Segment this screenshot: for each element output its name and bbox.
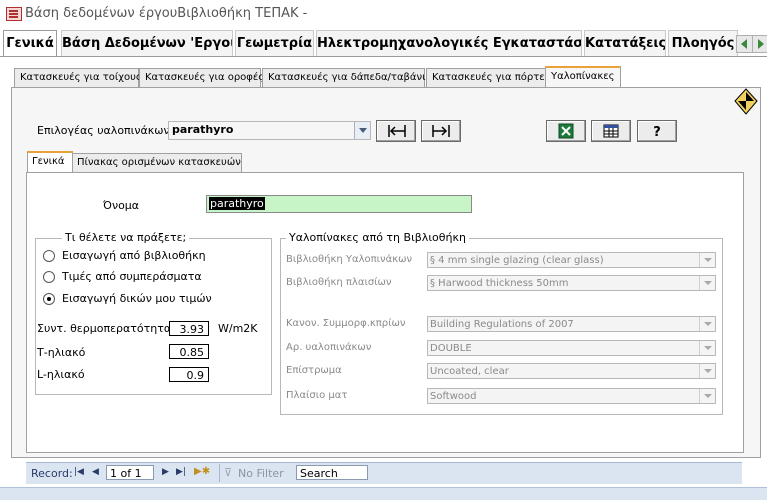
frame-library-combo: § Harwood thickness 50mm [427,275,716,291]
next-record-icon[interactable]: ▶ [162,467,169,477]
pane-count-value: DOUBLE [430,343,472,354]
title-bar: Βάση δεδομένων έργουΒιβλιοθήκη ΤΕΠΑΚ - [0,0,767,28]
window-title: Βάση δεδομένων έργουΒιβλιοθήκη ΤΕΠΑΚ - [25,6,308,21]
arrow-left-icon [741,39,747,49]
pane-count-combo: DOUBLE [427,340,716,356]
coating-label: Επίστρωμα [286,365,342,376]
chevron-down-icon [699,341,715,355]
search-field[interactable]: Search [296,465,368,480]
excel-export-button[interactable] [546,120,586,142]
frame-material-combo: Softwood [427,388,716,404]
help-icon: ? [653,125,661,140]
subtab-roofs[interactable]: Κατασκευές για οροφές [139,68,264,87]
pane-count-label: Αρ. υαλοπινάκων [286,342,372,353]
chevron-down-icon [699,253,715,267]
u-value-label: Συντ. θερμοπερατότητας [37,322,178,335]
t-solar-label: Τ-ηλιακό [37,346,86,359]
selector-label: Επιλογέας υαλοπινάκων [37,124,170,137]
export-button[interactable] [421,120,461,142]
glazing-library-label: Βιβλιοθήκη Υαλοπινάκων [286,254,413,265]
excel-icon [558,123,574,139]
subtab-floors[interactable]: Κατασκευές για δάπεδα/ταβάνια [262,68,432,87]
tab-geometry[interactable]: Γεωμετρία [235,30,314,56]
radio-from-inferences[interactable] [43,271,55,283]
tab-project-database[interactable]: Βάση Δεδομένων 'Εργου [61,30,233,56]
coating-combo: Uncoated, clear [427,363,716,379]
option-from-inferences-label[interactable]: Τιμές από συμπεράσματα [62,270,202,283]
table-view-button[interactable] [591,120,631,142]
table-icon [603,124,619,138]
inner-tab-general[interactable]: Γενικά [27,151,73,174]
glazing-library-value: § 4 mm single glazing (clear glass) [430,255,604,266]
first-record-icon[interactable]: |◀ [74,467,84,477]
radio-from-library[interactable] [43,250,55,262]
u-value-field[interactable]: 3.93 [169,321,209,336]
tab-scroll-left-button[interactable] [736,35,753,53]
radio-own-values[interactable] [43,293,55,305]
regulation-label: Κανον. Συμμορφ.κπρίων [286,318,406,329]
subtab-doors[interactable]: Κατασκευές για πόρτες [426,68,551,87]
tepak-logo [734,88,758,115]
current-record-field[interactable]: 1 of 1 [106,465,154,480]
glazing-selector-value: parathyro [172,123,234,136]
name-label: Όνομα [103,199,140,212]
frame-material-label: Πλαίσιο ματ [286,390,348,401]
u-value-unit: W/m2K [218,322,258,335]
export-icon [432,125,450,137]
chevron-down-icon [699,389,715,403]
record-navigation-bar: Record: |◀ ◀ 1 of 1 ▶ ▶| ▶✱ ⊽ No Filter … [26,462,742,484]
tab-general[interactable]: Γενικά [3,30,57,57]
regulation-combo: Building Regulations of 2007 [427,316,716,332]
filter-icon[interactable]: ⊽ [224,466,232,479]
tab-navigator[interactable]: Πλοηγός [668,30,738,56]
window-bottom-strip [0,487,767,500]
t-solar-field[interactable]: 0.85 [169,344,209,359]
form-icon [6,7,22,21]
name-field[interactable]: parathyro [206,195,472,213]
last-record-icon[interactable]: ▶| [176,467,186,477]
inner-tab-defined-constructions[interactable]: Πίνακας ορισμένων κατασκευών [72,153,242,172]
glazing-selector[interactable]: parathyro [168,121,371,140]
name-field-value: parathyro [209,197,265,210]
frame-library-value: § Harwood thickness 50mm [430,278,569,289]
glazing-library-combo: § 4 mm single glazing (clear glass) [427,252,716,268]
coating-value: Uncoated, clear [430,366,509,377]
tab-mechanical-installations[interactable]: Ηλεκτρομηχανολογικές Εγκαταστάσεις [316,30,582,56]
subtab-walls[interactable]: Κατασκευές για τοίχους [14,68,142,87]
import-icon [388,125,406,137]
record-label: Record: [31,467,73,480]
chevron-down-icon[interactable] [354,122,370,139]
tab-divider [0,56,767,57]
action-group-title: Τι θέλετε να πράξετε; [62,231,190,244]
chevron-down-icon [699,364,715,378]
subtab-glazing[interactable]: Υαλοπίνακες [545,66,621,89]
tab-classifications[interactable]: Κατατάξεις [584,30,666,56]
new-record-icon[interactable]: ▶✱ [194,466,210,477]
frame-library-label: Βιβλιοθήκη πλαισίων [286,277,392,288]
previous-record-icon[interactable]: ◀ [92,467,99,477]
help-button[interactable]: ? [637,120,677,142]
l-solar-field[interactable]: 0.9 [169,367,209,382]
option-own-values-label[interactable]: Εισαγωγή δικών μου τιμών [62,292,212,305]
chevron-down-icon [699,317,715,331]
import-button[interactable] [376,120,416,142]
tab-scroll-right-button[interactable] [752,35,767,53]
no-filter-button[interactable]: No Filter [238,467,284,480]
regulation-value: Building Regulations of 2007 [430,319,574,330]
chevron-down-icon [699,276,715,290]
frame-material-value: Softwood [430,391,477,402]
svg-text:?: ? [653,125,661,140]
arrow-right-icon [758,39,764,49]
separator [219,464,220,482]
option-from-library-label[interactable]: Εισαγωγή από βιβλιοθήκη [62,249,206,262]
library-group-title: Υαλοπίνακες από τη Βιβλιοθήκη [286,231,469,244]
l-solar-label: L-ηλιακό [37,368,85,381]
